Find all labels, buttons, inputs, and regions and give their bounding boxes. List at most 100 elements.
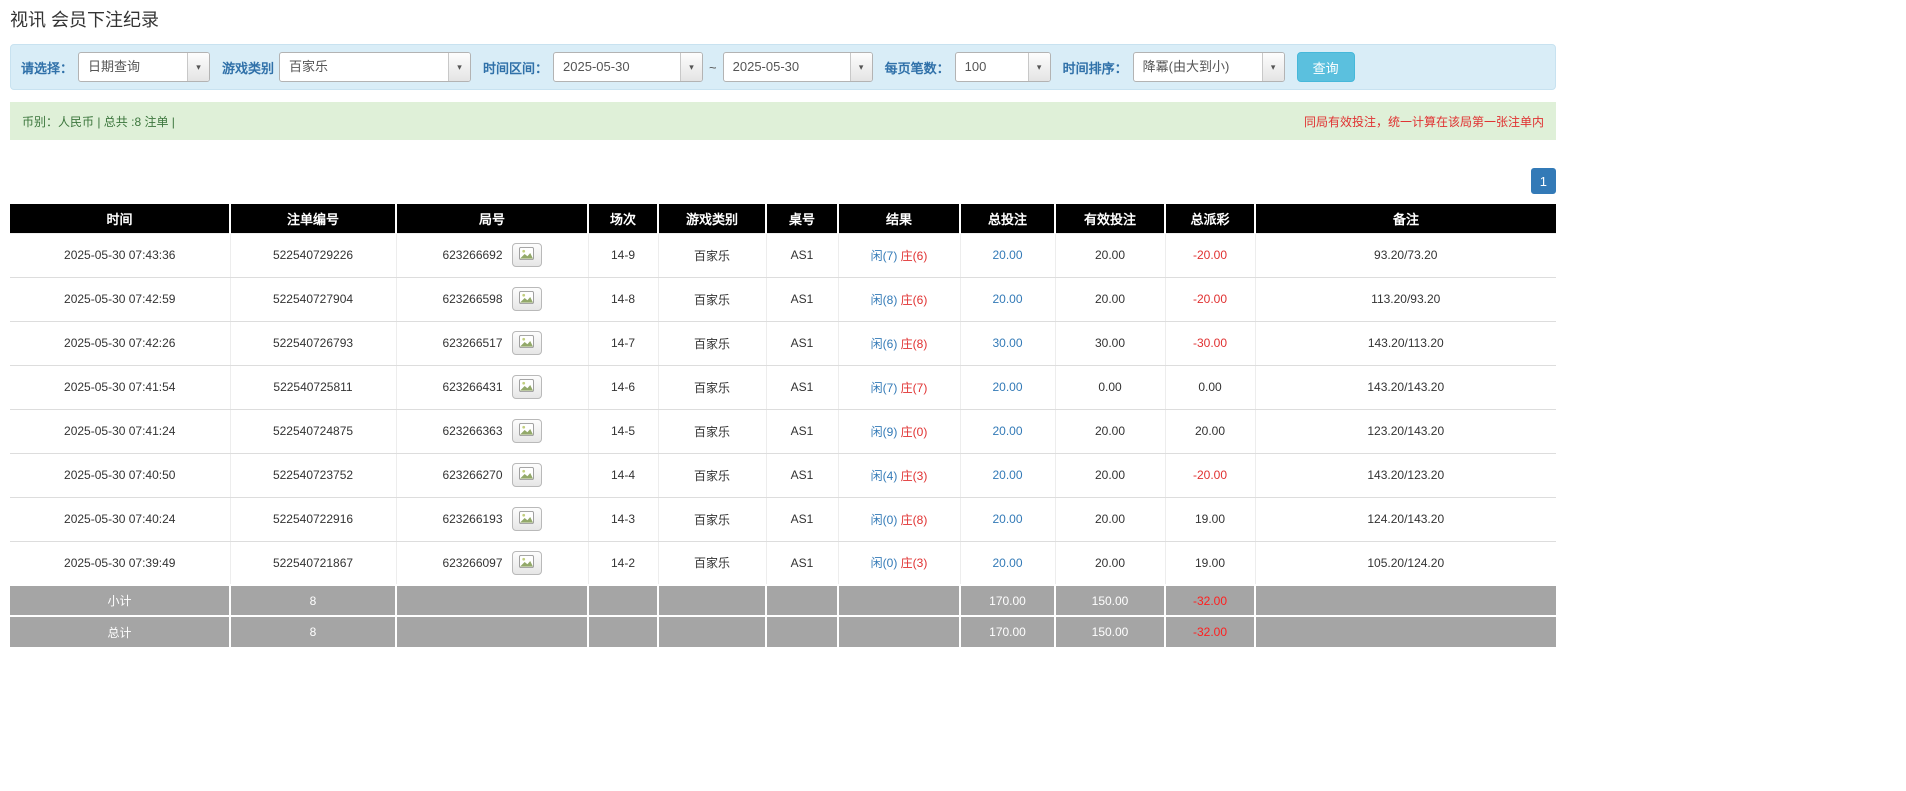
- column-header: 注单编号: [230, 204, 396, 233]
- total-payout: -32.00: [1165, 616, 1255, 647]
- cell-session: 14-8: [588, 277, 658, 321]
- sort-select[interactable]: 降冪(由大到小) ▾: [1133, 52, 1285, 82]
- cell-game: 百家乐: [658, 453, 766, 497]
- round-id: 623266193: [442, 512, 502, 526]
- result-banker: 庄(7): [901, 381, 928, 395]
- page-button-1[interactable]: 1: [1531, 168, 1556, 194]
- cell-round: 623266692: [396, 233, 588, 277]
- date-from-select[interactable]: 2025-05-30 ▾: [553, 52, 703, 82]
- round-video-button[interactable]: [512, 463, 542, 487]
- cell-table: AS1: [766, 497, 838, 541]
- date-to-select[interactable]: 2025-05-30 ▾: [723, 52, 873, 82]
- column-header: 结果: [838, 204, 960, 233]
- total-bet-link[interactable]: 20.00: [992, 556, 1022, 570]
- cell-result: 闲(6) 庄(8): [838, 321, 960, 365]
- cell-result: 闲(8) 庄(6): [838, 277, 960, 321]
- round-video-button[interactable]: [512, 287, 542, 311]
- total-label: 总计: [10, 616, 230, 647]
- page-title: 视讯 会员下注纪录: [10, 6, 1556, 32]
- round-video-button[interactable]: [512, 551, 542, 575]
- image-icon: [519, 511, 534, 527]
- result-player: 闲(0): [871, 513, 898, 527]
- page: 视讯 会员下注纪录 请选择： 日期查询 ▾ 游戏类别 百家乐 ▾ 时间区间： 2…: [0, 0, 1566, 677]
- total-bet-link[interactable]: 20.00: [992, 468, 1022, 482]
- total-bet-link[interactable]: 30.00: [992, 336, 1022, 350]
- chevron-down-icon: ▾: [850, 53, 872, 81]
- game-type-select[interactable]: 百家乐 ▾: [279, 52, 471, 82]
- cell-table: AS1: [766, 365, 838, 409]
- cell-round: 623266431: [396, 365, 588, 409]
- cell-note: 113.20/93.20: [1255, 277, 1556, 321]
- cell-session: 14-2: [588, 541, 658, 585]
- round-video-button[interactable]: [512, 419, 542, 443]
- cell-total-bet: 20.00: [960, 541, 1055, 585]
- total-bet-link[interactable]: 20.00: [992, 512, 1022, 526]
- cell-note: 124.20/143.20: [1255, 497, 1556, 541]
- result-player: 闲(8): [871, 293, 898, 307]
- table-row: 2025-05-30 07:42:26522540726793623266517…: [10, 321, 1556, 365]
- round-video-button[interactable]: [512, 507, 542, 531]
- column-header: 有效投注: [1055, 204, 1165, 233]
- image-icon: [519, 423, 534, 439]
- subtotal-label: 小计: [10, 585, 230, 616]
- result-player: 闲(9): [871, 425, 898, 439]
- column-header: 备注: [1255, 204, 1556, 233]
- cell-time: 2025-05-30 07:43:36: [10, 233, 230, 277]
- cell-round: 623266363: [396, 409, 588, 453]
- cell-time: 2025-05-30 07:42:59: [10, 277, 230, 321]
- cell-note: 143.20/143.20: [1255, 365, 1556, 409]
- cell-valid-bet: 30.00: [1055, 321, 1165, 365]
- round-video-button[interactable]: [512, 331, 542, 355]
- total-bet-link[interactable]: 20.00: [992, 292, 1022, 306]
- cell-table: AS1: [766, 277, 838, 321]
- empty-cell: [838, 616, 960, 647]
- column-header: 总派彩: [1165, 204, 1255, 233]
- cell-time: 2025-05-30 07:42:26: [10, 321, 230, 365]
- cell-note: 143.20/113.20: [1255, 321, 1556, 365]
- round-id: 623266517: [442, 336, 502, 350]
- image-icon: [519, 247, 534, 263]
- empty-cell: [838, 585, 960, 616]
- cell-round: 623266097: [396, 541, 588, 585]
- total-bet-link[interactable]: 20.00: [992, 424, 1022, 438]
- cell-result: 闲(7) 庄(7): [838, 365, 960, 409]
- column-header: 局号: [396, 204, 588, 233]
- table-body: 2025-05-30 07:43:36522540729226623266692…: [10, 233, 1556, 585]
- column-header: 时间: [10, 204, 230, 233]
- round-video-button[interactable]: [512, 243, 542, 267]
- cell-valid-bet: 20.00: [1055, 497, 1165, 541]
- cell-game: 百家乐: [658, 541, 766, 585]
- total-bet-link[interactable]: 20.00: [992, 248, 1022, 262]
- total-bet-link[interactable]: 20.00: [992, 380, 1022, 394]
- cell-time: 2025-05-30 07:41:54: [10, 365, 230, 409]
- cell-bet-id: 522540729226: [230, 233, 396, 277]
- cell-payout: -20.00: [1165, 233, 1255, 277]
- table-row: 2025-05-30 07:41:24522540724875623266363…: [10, 409, 1556, 453]
- result-player: 闲(0): [871, 556, 898, 570]
- empty-cell: [1255, 616, 1556, 647]
- result-player: 闲(7): [871, 381, 898, 395]
- query-button[interactable]: 查询: [1297, 52, 1355, 82]
- cell-valid-bet: 0.00: [1055, 365, 1165, 409]
- cell-game: 百家乐: [658, 497, 766, 541]
- cell-total-bet: 20.00: [960, 497, 1055, 541]
- column-header: 桌号: [766, 204, 838, 233]
- cell-time: 2025-05-30 07:39:49: [10, 541, 230, 585]
- cell-result: 闲(4) 庄(3): [838, 453, 960, 497]
- cell-session: 14-3: [588, 497, 658, 541]
- empty-cell: [1255, 585, 1556, 616]
- page-size-select[interactable]: 100 ▾: [955, 52, 1051, 82]
- cell-table: AS1: [766, 409, 838, 453]
- cell-game: 百家乐: [658, 321, 766, 365]
- query-type-select[interactable]: 日期查询 ▾: [78, 52, 210, 82]
- round-id: 623266431: [442, 380, 502, 394]
- round-video-button[interactable]: [512, 375, 542, 399]
- subtotal-count: 8: [230, 585, 396, 616]
- cell-valid-bet: 20.00: [1055, 409, 1165, 453]
- summary-text: 币别：人民币 | 总共 :8 注单 |: [22, 113, 175, 130]
- subtotal-total-bet: 170.00: [960, 585, 1055, 616]
- sort-value: 降冪(由大到小): [1134, 53, 1262, 81]
- table-header-row: 时间注单编号局号场次游戏类别桌号结果总投注有效投注总派彩备注: [10, 204, 1556, 233]
- cell-valid-bet: 20.00: [1055, 233, 1165, 277]
- bets-table: 时间注单编号局号场次游戏类别桌号结果总投注有效投注总派彩备注 2025-05-3…: [10, 204, 1556, 647]
